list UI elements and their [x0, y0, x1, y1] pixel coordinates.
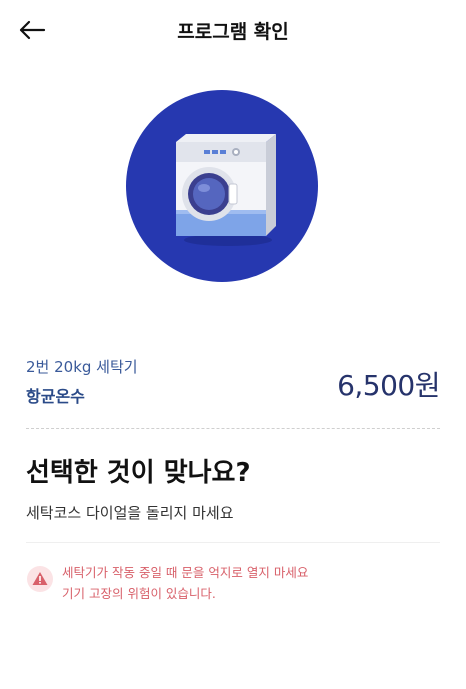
divider — [26, 542, 440, 543]
price: 6,500원 — [337, 369, 440, 402]
warning-message: 세탁기가 작동 중일 때 문을 억지로 열지 마세요 기기 고장의 위험이 있습… — [62, 562, 308, 604]
dashed-divider — [26, 428, 440, 429]
instruction-text: 세탁코스 다이얼을 돌리지 마세요 — [26, 504, 234, 522]
washing-machine-icon — [126, 90, 318, 282]
washing-machine-illustration — [126, 90, 318, 282]
page-title: 프로그램 확인 — [177, 21, 289, 43]
machine-name: 2번 20kg 세탁기 — [26, 358, 138, 376]
selection-info: 2번 20kg 세탁기 항균온수 6,500원 — [26, 354, 440, 406]
warning-line-2: 기기 고장의 위험이 있습니다. — [62, 586, 216, 601]
warning-line-1: 세탁기가 작동 중일 때 문을 억지로 열지 마세요 — [62, 565, 309, 580]
confirm-question: 선택한 것이 맞나요? — [26, 458, 251, 488]
course-name: 항균온수 — [26, 387, 85, 406]
warning-triangle-icon — [27, 566, 53, 592]
app-header: 프로그램 확인 — [0, 0, 466, 62]
